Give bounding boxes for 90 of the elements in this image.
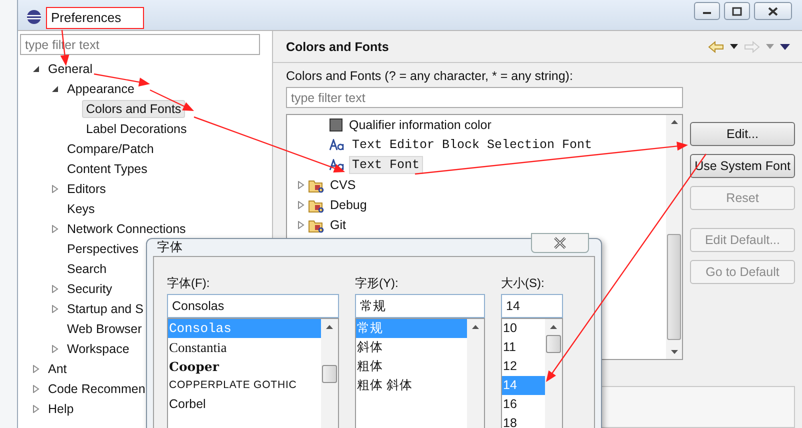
scroll-up-icon[interactable] xyxy=(472,325,479,329)
tree-item[interactable]: Security xyxy=(63,280,116,298)
field-label: 字体(F): xyxy=(167,275,211,292)
tree-item[interactable]: Colors and Fonts xyxy=(82,100,186,118)
tree-item[interactable]: Editors xyxy=(63,180,110,198)
dropdown-icon[interactable] xyxy=(730,44,738,49)
expand-arrow-icon[interactable] xyxy=(51,185,59,193)
list-item[interactable]: Corbel xyxy=(168,395,321,414)
page-title: Colors and Fonts xyxy=(286,40,389,54)
menu-icon[interactable] xyxy=(780,44,790,50)
expand-arrow-icon[interactable] xyxy=(32,405,40,413)
folder-icon xyxy=(308,198,324,212)
filter-label: Colors and Fonts (? = any character, * = any string): xyxy=(286,69,574,83)
tree-item[interactable]: Qualifier information color xyxy=(346,116,494,134)
folder-icon xyxy=(308,218,324,232)
filter-field[interactable]: type filter text xyxy=(286,87,683,108)
tree-item[interactable]: Content Types xyxy=(63,160,152,178)
maximize-button[interactable] xyxy=(724,2,750,20)
scroll-up-icon[interactable] xyxy=(550,325,557,329)
tree-item[interactable]: Web Browser xyxy=(63,320,146,338)
action-button[interactable]: Edit... xyxy=(690,122,795,146)
close-button[interactable] xyxy=(754,2,792,20)
input-field[interactable]: 14 xyxy=(501,294,563,318)
scrollbar[interactable] xyxy=(467,319,484,428)
tree-item[interactable]: Keys xyxy=(63,200,99,218)
scrollbar[interactable] xyxy=(321,319,338,428)
expand-arrow-icon[interactable] xyxy=(51,345,59,353)
minimize-button[interactable] xyxy=(694,2,720,20)
tree-item[interactable]: Text Editor Block Selection Font xyxy=(349,136,596,154)
field-label: 字形(Y): xyxy=(355,275,400,292)
globe-icon xyxy=(26,9,42,25)
expand-arrow-icon[interactable] xyxy=(51,225,59,233)
tree-item[interactable]: CVS xyxy=(327,176,359,194)
input-field[interactable]: 常规 xyxy=(355,294,485,318)
close-icon xyxy=(553,236,567,248)
expand-arrow-icon[interactable] xyxy=(32,385,40,393)
list-item[interactable]: 斜体 xyxy=(356,338,467,357)
list-item[interactable]: 粗体 斜体 xyxy=(356,376,467,395)
close-button[interactable] xyxy=(531,232,589,252)
field-label: 大小(S): xyxy=(501,275,546,292)
expand-arrow-icon[interactable] xyxy=(297,221,305,229)
color-swatch-icon xyxy=(329,118,343,132)
tree-item[interactable]: Label Decorations xyxy=(82,120,191,138)
list-item[interactable]: 10 xyxy=(502,319,545,338)
folder-icon xyxy=(308,178,324,192)
tree-item[interactable]: Code Recommen xyxy=(44,380,150,398)
expand-arrow-icon[interactable] xyxy=(51,285,59,293)
font-icon xyxy=(329,159,346,171)
tree-item[interactable]: Compare/Patch xyxy=(63,140,158,158)
tree-item[interactable]: Appearance xyxy=(63,80,138,98)
close-icon xyxy=(768,6,778,16)
expand-arrow-icon[interactable] xyxy=(51,305,59,313)
list-item[interactable]: 16 xyxy=(502,395,545,414)
tree-item[interactable]: Git xyxy=(327,216,349,234)
scrollbar-thumb[interactable] xyxy=(546,335,561,353)
scrollbar-thumb[interactable] xyxy=(667,234,681,340)
list-item[interactable]: Cooper xyxy=(168,357,321,376)
expand-arrow-icon[interactable] xyxy=(297,201,305,209)
list-item[interactable]: Constantia xyxy=(168,338,321,357)
scrollbar[interactable] xyxy=(666,115,682,359)
input-field[interactable]: Consolas xyxy=(167,294,339,318)
scrollbar-thumb[interactable] xyxy=(322,365,337,383)
tree-item[interactable]: Startup and S xyxy=(63,300,148,318)
back-arrow-icon[interactable] xyxy=(708,40,724,52)
list-item[interactable]: 12 xyxy=(502,357,545,376)
tree-item[interactable]: Search xyxy=(63,260,111,278)
tree-item[interactable]: Ant xyxy=(44,360,71,378)
maximize-icon xyxy=(732,6,742,16)
tree-item[interactable]: General xyxy=(44,60,96,78)
expand-arrow-icon[interactable] xyxy=(297,181,305,189)
window-title: Preferences xyxy=(46,7,144,29)
tree-item[interactable]: Text Font xyxy=(349,156,423,174)
tree-item[interactable]: Network Connections xyxy=(63,220,190,238)
list-item[interactable]: 18 xyxy=(502,414,545,428)
tree-item[interactable]: Help xyxy=(44,400,78,418)
tree-item[interactable]: Debug xyxy=(327,196,370,214)
collapse-arrow-icon[interactable] xyxy=(51,85,59,93)
font-icon xyxy=(329,139,346,151)
scroll-up-icon[interactable] xyxy=(326,325,333,329)
collapse-arrow-icon[interactable] xyxy=(32,65,40,73)
scroll-down-icon[interactable] xyxy=(670,350,678,354)
list-item[interactable]: COPPERPLATE GOTHIC xyxy=(168,376,321,395)
list-item[interactable]: 11 xyxy=(502,338,545,357)
scroll-up-icon[interactable] xyxy=(670,120,678,124)
expand-arrow-icon[interactable] xyxy=(32,365,40,373)
scrollbar[interactable] xyxy=(545,319,562,428)
tree-item[interactable]: Perspectives xyxy=(63,240,143,258)
dialog-title: 字体 xyxy=(157,239,183,256)
tree-item[interactable]: Workspace xyxy=(63,340,134,358)
list-item[interactable]: 粗体 xyxy=(356,357,467,376)
